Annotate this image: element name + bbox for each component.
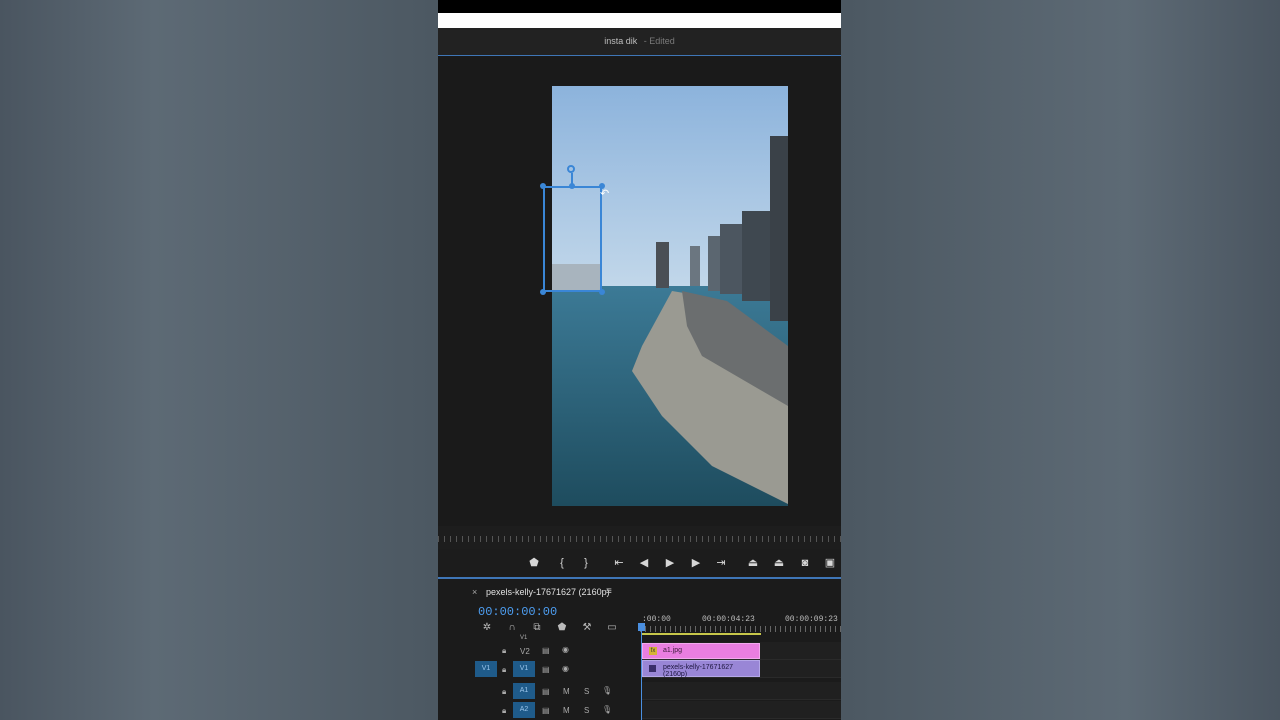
skyline-building (708, 236, 720, 291)
sync-lock-icon[interactable]: ▤ (542, 687, 550, 696)
mute-button[interactable]: M (563, 687, 570, 696)
step-forward-icon[interactable]: ▶ (688, 555, 704, 571)
resize-handle-bottom-left[interactable] (540, 289, 546, 295)
play-icon[interactable]: ▶ (662, 555, 678, 571)
clip-video[interactable]: pexels-kelly-17671627 (2160p) (642, 660, 760, 678)
insert-nest-icon[interactable]: ✲ (481, 622, 493, 634)
add-marker-tool-icon[interactable]: ⬟ (556, 622, 568, 634)
timeline-ruler[interactable]: :00:00 00:00:04:23 00:00:09:23 (640, 612, 841, 632)
snap-magnet-icon[interactable]: ∩ (506, 622, 518, 634)
playhead-line[interactable] (641, 623, 642, 720)
skyline-building (742, 211, 770, 301)
rotate-cursor-icon: ↶ (600, 188, 610, 200)
monitor-timeline-ruler[interactable] (438, 530, 841, 544)
track-v3-label: V1 (520, 635, 528, 641)
rotation-handle[interactable] (567, 165, 575, 173)
target-a1[interactable]: A1 (513, 683, 535, 699)
target-a2[interactable]: A2 (513, 702, 535, 718)
mark-out-icon[interactable]: } (578, 555, 594, 571)
close-sequence-icon[interactable]: × (472, 587, 477, 597)
go-to-out-icon[interactable]: ⇥ (713, 555, 729, 571)
ruler-ticks (640, 626, 841, 632)
skyline-building (720, 224, 742, 294)
skyline-building (770, 136, 788, 321)
sync-lock-icon[interactable]: ▤ (542, 665, 550, 674)
track-area[interactable] (641, 682, 841, 700)
resize-handle-bottom-right[interactable] (599, 289, 605, 295)
voice-over-mic-icon[interactable]: 🎙︎ (602, 705, 612, 714)
edited-status: - Edited (643, 36, 675, 46)
linked-selection-icon[interactable]: ⧉ (531, 622, 543, 634)
mute-button[interactable]: M (563, 706, 570, 715)
video-frame[interactable] (552, 86, 788, 506)
toggle-output-eye-icon[interactable]: ◉ (562, 664, 569, 673)
source-patch-v1[interactable]: V1 (475, 661, 497, 677)
track-area[interactable] (641, 701, 841, 719)
project-title: insta dik - Edited (438, 36, 841, 46)
captions-icon[interactable]: ▭ (606, 622, 618, 634)
clip-film-icon (649, 665, 656, 672)
track-a2: 🔒︎ A2 ▤ M S 🎙︎ (438, 701, 841, 719)
premiere-app-window: insta dik - Edited ↶ ⬟ {} ⇤ ◀ ▶ ▶ ⇥ ⏏ ⏏… (438, 0, 841, 720)
lock-icon[interactable]: 🔒︎ (502, 646, 506, 656)
target-v1[interactable]: V1 (513, 661, 535, 677)
lift-icon[interactable]: ⏏ (745, 555, 761, 571)
toggle-output-eye-icon[interactable]: ◉ (562, 645, 569, 654)
sequence-tab[interactable]: pexels-kelly-17671627 (2160p) (486, 587, 610, 597)
clip-overlay-image[interactable]: fx a1.jpg (642, 643, 760, 659)
solo-button[interactable]: S (584, 687, 589, 696)
resize-handle-top-left[interactable] (540, 183, 546, 189)
voice-over-mic-icon[interactable]: 🎙︎ (602, 686, 612, 695)
sync-lock-icon[interactable]: ▤ (542, 706, 550, 715)
track-a1: 🔒︎ A1 ▤ M S 🎙︎ (438, 682, 841, 700)
playback-controls: ⬟ { } ⇤ ◀ ▶ ▶ ⇥ ⏏ ⏏ ◙ ▣ (438, 549, 841, 577)
lock-icon[interactable]: 🔒︎ (502, 687, 506, 697)
lock-icon[interactable]: 🔒︎ (502, 706, 506, 716)
top-white-bar (438, 13, 841, 28)
skyline-building (656, 242, 669, 288)
timeline-panel: × pexels-kelly-17671627 (2160p) ≡ 00:00:… (438, 579, 841, 720)
lock-icon[interactable]: 🔒︎ (502, 665, 506, 675)
work-area-bar[interactable] (641, 633, 761, 635)
ruler-label-end: 00:00:09:23 (785, 615, 838, 624)
title-bar: insta dik - Edited (438, 28, 841, 56)
clip-name: a1.jpg (663, 647, 683, 654)
button-editor-icon[interactable]: ▣ (822, 555, 838, 571)
sync-lock-icon[interactable]: ▤ (542, 646, 550, 655)
solo-button[interactable]: S (584, 706, 589, 715)
extract-icon[interactable]: ⏏ (771, 555, 787, 571)
skyline-building (690, 246, 700, 286)
clip-name: pexels-kelly-17671627 (2160p) (663, 664, 734, 678)
project-name: insta dik (604, 36, 638, 46)
add-marker-icon[interactable]: ⬟ (526, 555, 542, 571)
go-to-in-icon[interactable]: ⇤ (611, 555, 627, 571)
track-name-v2: V2 (520, 647, 530, 656)
step-back-icon[interactable]: ◀ (636, 555, 652, 571)
timeline-settings-wrench-icon[interactable]: ⚒ (581, 622, 593, 634)
ruler-label-mid: 00:00:04:23 (702, 615, 755, 624)
mark-in-icon[interactable]: { (554, 555, 570, 571)
transform-bounding-box[interactable] (543, 186, 602, 292)
track-v1: V1 🔒︎ V1 ▤ ◉ (438, 660, 841, 678)
resize-handle-top[interactable] (569, 183, 575, 189)
track-v2: 🔒︎ V2 ▤ ◉ (438, 642, 841, 660)
top-black-bar (438, 0, 841, 13)
export-frame-camera-icon[interactable]: ◙ (797, 555, 813, 571)
panel-menu-icon[interactable]: ≡ (606, 586, 612, 597)
ruler-label-start: :00:00 (642, 615, 671, 624)
playhead-timecode[interactable]: 00:00:00:00 (478, 605, 557, 619)
program-monitor[interactable]: ↶ (438, 56, 841, 526)
fx-badge-icon: fx (649, 647, 657, 655)
